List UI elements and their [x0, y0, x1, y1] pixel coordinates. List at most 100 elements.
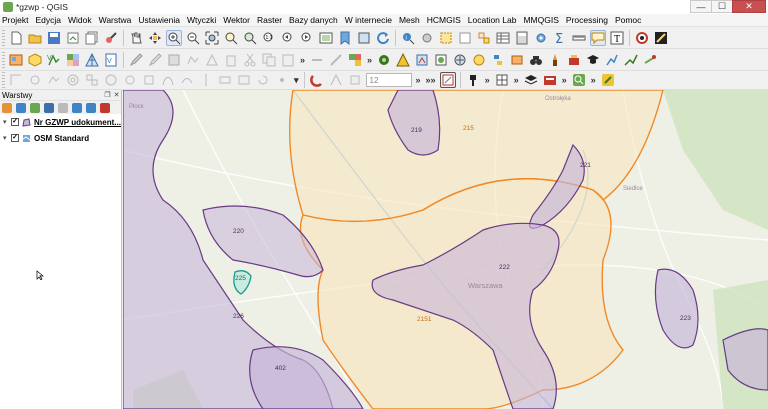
binoculars-icon[interactable]	[528, 52, 544, 68]
layer-item-osm[interactable]: ▾ ✓ OSM Standard	[0, 130, 121, 146]
current-edits-icon[interactable]	[147, 52, 163, 68]
plugin-icon-f[interactable]	[471, 52, 487, 68]
zoom-in-icon[interactable]	[166, 29, 182, 46]
plugin-icon-m[interactable]	[542, 72, 558, 88]
offset-curve-icon[interactable]	[179, 72, 195, 88]
menu-widok[interactable]: Widok	[68, 15, 92, 25]
label-toolbar-icon[interactable]	[347, 52, 363, 68]
maximize-button[interactable]: ☐	[711, 0, 733, 13]
filter-legend-icon[interactable]	[44, 102, 54, 113]
rotate-point-icon[interactable]	[255, 72, 271, 88]
open-project-icon[interactable]	[27, 30, 43, 46]
add-part-icon[interactable]	[84, 72, 100, 88]
vertex-tool-icon[interactable]	[204, 52, 220, 68]
plugin-icon-j[interactable]	[604, 52, 620, 68]
zoom-full-icon[interactable]	[204, 30, 220, 46]
plugin-icon-e[interactable]	[452, 52, 468, 68]
toggle-editing-icon[interactable]	[128, 52, 144, 68]
new-map-view-icon[interactable]	[318, 30, 334, 46]
layer-item-gzwp[interactable]: ▾ ✓ Nr GZWP udokument...	[0, 114, 121, 130]
deselect-icon[interactable]	[457, 30, 473, 46]
menu-ustawienia[interactable]: Ustawienia	[138, 15, 180, 25]
menu-mmqgis[interactable]: MMQGIS	[523, 15, 558, 25]
toolbar-overflow[interactable]: ▾	[294, 75, 299, 86]
layer-styling-icon[interactable]	[523, 72, 539, 88]
snapping-type-icon[interactable]	[328, 72, 344, 88]
plugin-icon-l[interactable]	[642, 52, 658, 68]
toolbar-overflow[interactable]: »	[300, 55, 305, 65]
delete-ring-icon[interactable]	[122, 72, 138, 88]
add-mesh-layer-icon[interactable]	[84, 52, 100, 68]
menu-bazy-danych[interactable]: Bazy danych	[289, 15, 338, 25]
tolerance-icon[interactable]	[347, 72, 363, 88]
bookmark-icon[interactable]	[337, 30, 353, 46]
menu-pomoc[interactable]: Pomoc	[615, 15, 641, 25]
zoom-native-icon[interactable]: 1:1	[261, 30, 277, 46]
save-project-icon[interactable]	[46, 30, 62, 46]
pan-map-icon[interactable]	[128, 30, 144, 46]
menu-projekt[interactable]: Projekt	[2, 15, 28, 25]
refresh-icon[interactable]	[375, 30, 391, 46]
toolbar-overflow[interactable]: »	[562, 75, 567, 85]
digitize-icon[interactable]	[653, 30, 669, 46]
add-delimited-text-icon[interactable]: V	[103, 52, 119, 68]
expand-arrow-icon[interactable]: ▾	[3, 118, 11, 126]
toolbar-overflow[interactable]: »	[416, 75, 421, 85]
menu-edycja[interactable]: Edycja	[35, 15, 61, 25]
mesh-editor-icon[interactable]	[494, 72, 510, 88]
new-project-icon[interactable]	[8, 30, 24, 46]
close-panel-icon[interactable]: ✕	[112, 91, 121, 100]
toolbar-grip[interactable]	[2, 29, 5, 46]
pan-to-selection-icon[interactable]	[147, 30, 163, 46]
cut-features-icon[interactable]	[242, 52, 258, 68]
minimize-button[interactable]: —	[690, 0, 712, 13]
plugin-icon-c[interactable]	[414, 52, 430, 68]
close-button[interactable]: ✕	[732, 0, 766, 13]
advanced-digitizing-icon[interactable]	[328, 52, 344, 68]
toolbar-overflow[interactable]: »»	[426, 75, 436, 85]
add-group-icon[interactable]	[16, 102, 26, 113]
toolbar-grip[interactable]	[2, 51, 5, 68]
zoom-to-selection-icon[interactable]	[223, 30, 239, 46]
polygon-223[interactable]	[654, 268, 699, 349]
layer-visibility-checkbox[interactable]: ✓	[11, 134, 19, 142]
zoom-next-icon[interactable]	[299, 30, 315, 46]
identify-icon[interactable]: i	[400, 30, 416, 46]
manage-map-themes-icon[interactable]	[30, 102, 40, 113]
new-print-layout-icon[interactable]	[65, 30, 81, 46]
map-canvas[interactable]: 219 215 221 220 222 2151 223 226 402 225…	[123, 90, 768, 409]
remove-layer-icon[interactable]	[100, 102, 110, 113]
delete-part-icon[interactable]	[141, 72, 157, 88]
menu-location-lab[interactable]: Location Lab	[468, 15, 517, 25]
float-panel-icon[interactable]: ❐	[103, 91, 112, 100]
expand-all-icon[interactable]	[72, 102, 82, 113]
plugin-icon-n[interactable]	[600, 72, 616, 88]
vertex-editor-icon[interactable]	[465, 72, 481, 88]
menu-hcmgis[interactable]: HCMGIS	[427, 15, 461, 25]
select-by-value-icon[interactable]	[476, 30, 492, 46]
toolbar-overflow[interactable]: »	[591, 75, 596, 85]
delete-selected-icon[interactable]	[223, 52, 239, 68]
map-tips-icon[interactable]	[590, 29, 606, 46]
layer-visibility-checkbox[interactable]: ✓	[11, 118, 19, 126]
split-features-icon[interactable]	[198, 72, 214, 88]
toolbar-overflow[interactable]: »	[367, 55, 372, 65]
menu-wektor[interactable]: Wektor	[223, 15, 250, 25]
measure-icon[interactable]	[571, 30, 587, 46]
map-svg[interactable]: 219 215 221 220 222 2151 223 226 402 225…	[123, 90, 768, 409]
add-vector-layer-icon[interactable]: V	[46, 52, 62, 68]
search-plugin-icon[interactable]	[571, 72, 587, 88]
simplify-icon[interactable]	[46, 72, 62, 88]
shape-digitize-icon[interactable]	[8, 72, 24, 88]
zoom-last-icon[interactable]	[280, 30, 296, 46]
menu-processing[interactable]: Processing	[566, 15, 608, 25]
snapping-icon[interactable]	[309, 72, 325, 88]
plugin-icon-k[interactable]	[623, 52, 639, 68]
text-annotation-icon[interactable]: T	[609, 30, 625, 46]
plugin-icon-h[interactable]	[547, 52, 563, 68]
style-manager-icon[interactable]	[103, 30, 119, 46]
merge-attributes-icon[interactable]	[236, 72, 252, 88]
graduation-cap-icon[interactable]	[585, 52, 601, 68]
plugin-icon-i[interactable]	[566, 52, 582, 68]
georeferencer-icon[interactable]	[439, 72, 456, 88]
